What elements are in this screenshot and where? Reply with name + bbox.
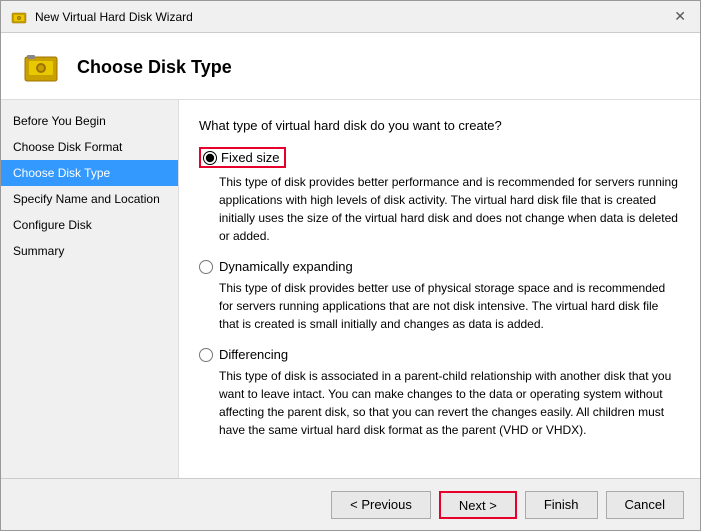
dynamically-expanding-label: Dynamically expanding (219, 259, 353, 274)
title-bar-left: New Virtual Hard Disk Wizard (11, 9, 193, 25)
finish-button[interactable]: Finish (525, 491, 598, 519)
dynamically-expanding-radio[interactable] (199, 260, 213, 274)
fixed-size-label: Fixed size (221, 150, 280, 165)
title-bar-icon (11, 9, 27, 25)
sidebar-item-choose-disk-format[interactable]: Choose Disk Format (1, 134, 178, 160)
option-header-differencing: Differencing (199, 347, 680, 362)
content-area: What type of virtual hard disk do you wa… (179, 100, 700, 478)
title-bar: New Virtual Hard Disk Wizard ✕ (1, 1, 700, 33)
header-section: Choose Disk Type (1, 33, 700, 100)
option-header-dynamically-expanding: Dynamically expanding (199, 259, 680, 274)
previous-button[interactable]: < Previous (331, 491, 431, 519)
sidebar: Before You Begin Choose Disk Format Choo… (1, 100, 179, 478)
option-group-differencing: Differencing This type of disk is associ… (199, 347, 680, 439)
dynamically-expanding-desc: This type of disk provides better use of… (219, 279, 680, 333)
disk-icon (21, 47, 61, 87)
header-title: Choose Disk Type (77, 57, 232, 78)
question-label: What type of virtual hard disk do you wa… (199, 118, 680, 133)
differencing-desc: This type of disk is associated in a par… (219, 367, 680, 439)
title-bar-title: New Virtual Hard Disk Wizard (35, 10, 193, 24)
cancel-button[interactable]: Cancel (606, 491, 684, 519)
next-button[interactable]: Next > (439, 491, 517, 519)
header-icon (21, 47, 61, 87)
sidebar-item-configure-disk[interactable]: Configure Disk (1, 212, 178, 238)
footer: < Previous Next > Finish Cancel (1, 478, 700, 530)
differencing-radio[interactable] (199, 348, 213, 362)
option-group-dynamically-expanding: Dynamically expanding This type of disk … (199, 259, 680, 333)
fixed-size-desc: This type of disk provides better perfor… (219, 173, 680, 245)
sidebar-item-before-you-begin[interactable]: Before You Begin (1, 108, 178, 134)
sidebar-item-summary[interactable]: Summary (1, 238, 178, 264)
option-header-fixed-size: Fixed size (199, 147, 680, 168)
sidebar-item-specify-name-location[interactable]: Specify Name and Location (1, 186, 178, 212)
close-button[interactable]: ✕ (670, 8, 690, 25)
wizard-window: New Virtual Hard Disk Wizard ✕ Choose Di… (0, 0, 701, 531)
fixed-size-radio[interactable] (203, 151, 217, 165)
sidebar-item-choose-disk-type[interactable]: Choose Disk Type (1, 160, 178, 186)
main-content: Before You Begin Choose Disk Format Choo… (1, 100, 700, 478)
option-group-fixed-size: Fixed size This type of disk provides be… (199, 147, 680, 245)
fixed-size-radio-box: Fixed size (199, 147, 286, 168)
differencing-label: Differencing (219, 347, 288, 362)
